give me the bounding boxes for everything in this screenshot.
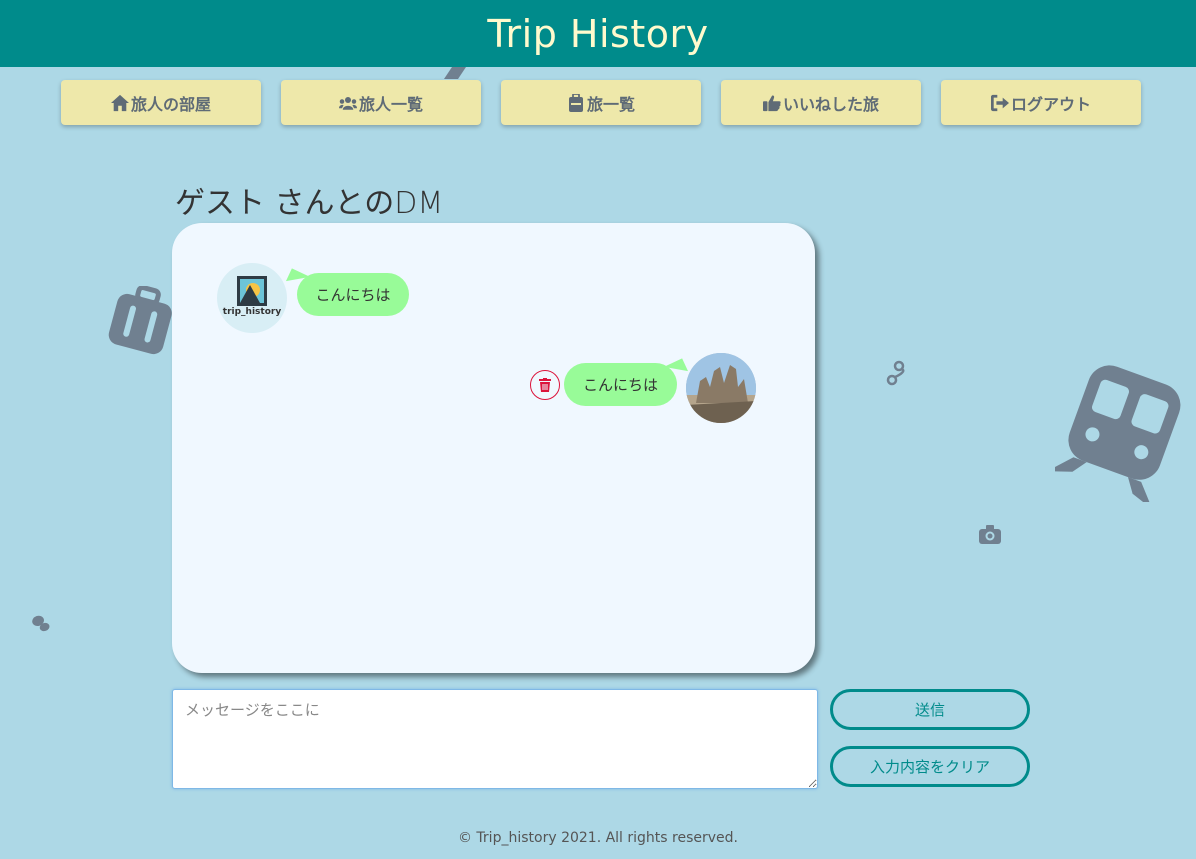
route-decoration-icon	[886, 360, 905, 386]
user-avatar[interactable]	[686, 353, 756, 423]
home-icon	[110, 94, 129, 111]
trash-icon	[539, 378, 551, 392]
nav-travelers-button[interactable]: 旅人一覧	[281, 80, 481, 125]
nav-traveler-room-button[interactable]: 旅人の部屋	[61, 80, 261, 125]
site-title[interactable]: Trip History	[487, 12, 708, 56]
nav-trips-button[interactable]: 旅一覧	[501, 80, 701, 125]
nav-liked-trips-button[interactable]: いいねした旅	[721, 80, 921, 125]
suitcase-decoration-icon	[108, 286, 172, 355]
message-thread[interactable]: trip_history こんにちは こんにちは	[172, 223, 815, 673]
trip-history-logo-icon	[237, 276, 267, 306]
plane-trail-decoration-icon	[444, 67, 466, 79]
partner-avatar[interactable]: trip_history	[217, 263, 287, 333]
message-bubble-received: こんにちは	[297, 273, 409, 316]
nav-travelers-label: 旅人一覧	[358, 94, 423, 114]
nav-logout-label: ログアウト	[1010, 94, 1091, 114]
footer-copyright: © Trip_history 2021. All rights reserved…	[457, 830, 738, 846]
camera-decoration-icon	[979, 525, 1001, 544]
nav-traveler-room-label: 旅人の部屋	[130, 94, 211, 114]
thumbs-up-icon	[762, 95, 781, 111]
users-icon	[338, 96, 357, 110]
nav-trips-label: 旅一覧	[586, 94, 635, 114]
partner-avatar-text: trip_history	[222, 307, 282, 317]
message-bubble-sent: こんにちは	[564, 363, 677, 406]
shoe-decoration-icon	[32, 615, 50, 632]
nav-liked-trips-label: いいねした旅	[782, 94, 879, 114]
site-header: Trip History	[0, 0, 1196, 67]
page-title: ゲスト さんとのDM	[175, 186, 444, 221]
suitcase-icon	[568, 93, 583, 112]
send-button[interactable]: 送信	[830, 689, 1030, 730]
main-nav: 旅人の部屋 旅人一覧 旅一覧 いいねした旅 ログアウト	[61, 80, 1141, 125]
clear-input-button[interactable]: 入力内容をクリア	[830, 746, 1030, 787]
rock-photo-icon	[686, 353, 756, 423]
sign-out-icon	[990, 94, 1009, 111]
message-input[interactable]	[172, 689, 818, 789]
delete-message-button[interactable]	[530, 370, 560, 400]
nav-logout-button[interactable]: ログアウト	[941, 80, 1141, 125]
train-decoration-icon	[1055, 365, 1181, 502]
